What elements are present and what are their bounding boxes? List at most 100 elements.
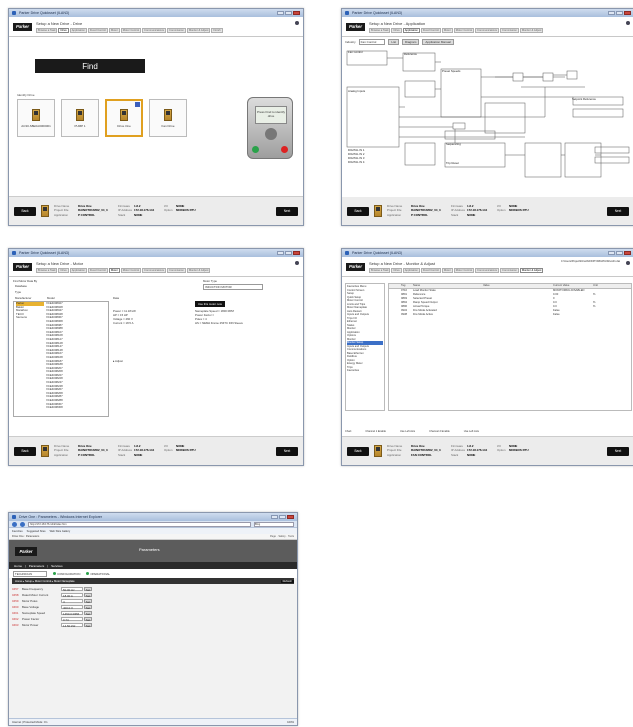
channel1-left-axis-checkbox[interactable]: Use Left Axis (400, 430, 415, 433)
drive-tile-selected[interactable]: Drive One (105, 99, 143, 137)
maximize-button[interactable] (279, 515, 286, 519)
nav-services[interactable]: Services (51, 564, 63, 568)
diagram-view-button[interactable]: Diagram (402, 39, 420, 45)
tab-commission[interactable]: Commission (500, 267, 519, 273)
set-button[interactable]: Set (84, 598, 92, 604)
parameter-value-input[interactable]: 4 (61, 598, 83, 604)
use-motor-button[interactable]: Use this motor now (195, 301, 225, 307)
tab-motor-control[interactable]: Motor Control (120, 267, 142, 273)
set-button[interactable]: Set (84, 586, 92, 592)
minimize-button[interactable] (277, 11, 284, 15)
refresh-button[interactable]: Refresh (280, 579, 294, 583)
maximize-button[interactable] (616, 11, 623, 15)
tab-commission[interactable]: Commission (167, 267, 186, 273)
set-button[interactable]: Set (84, 616, 92, 622)
favorites-button[interactable]: Favorites (12, 530, 23, 533)
search-input[interactable]: Bing (254, 521, 294, 527)
url-input[interactable]: http://172.18.176.144/index.htm (28, 521, 251, 527)
search-option-type[interactable]: Type (15, 290, 21, 294)
set-button[interactable]: Set (84, 592, 92, 598)
next-button[interactable]: Next (276, 206, 298, 216)
tab-application[interactable]: Application (402, 27, 420, 33)
grid-cell[interactable] (483, 313, 553, 317)
tools-menu[interactable]: Tools (288, 535, 294, 538)
tab-application[interactable]: Application (402, 267, 420, 273)
zoom-level[interactable]: 100% (287, 721, 294, 724)
model-item[interactable]: XCE4008308 (46, 406, 108, 410)
suggested-sites-link[interactable]: Suggested Sites (27, 530, 46, 533)
forward-arrow-icon[interactable] (20, 521, 25, 527)
tab-fixed-control[interactable]: Fixed Control (87, 267, 108, 273)
tab-monitor[interactable]: Monitor & Adjust (186, 267, 211, 273)
tab-browse[interactable]: Browse a Task (36, 27, 58, 33)
parameter-value-input[interactable]: 50.00 Hz (61, 586, 83, 592)
tab-fixed-control[interactable]: Fixed Control (420, 267, 441, 273)
parameter-value-input[interactable]: 400.0 V (61, 604, 83, 610)
tab-drive[interactable]: Drive (391, 267, 402, 273)
search-option-database[interactable]: Database (15, 284, 27, 288)
help-icon[interactable] (295, 21, 299, 25)
tab-motor[interactable]: Motor (108, 27, 120, 33)
page-menu[interactable]: Page (270, 535, 276, 538)
tab-commission[interactable]: Commission (167, 27, 186, 33)
nav-parameters[interactable]: Parameters (29, 564, 45, 568)
tab-browse[interactable]: Browse a Task (369, 267, 391, 273)
tab-motor[interactable]: Motor (441, 27, 453, 33)
parameter-value-input[interactable]: 14.50 kW (61, 622, 83, 628)
adjust-link[interactable]: ▸ Adjust (113, 359, 123, 363)
grid-row[interactable]: 0938 Fire Mode Active False (389, 313, 631, 317)
channel2-enable-checkbox[interactable]: Channel 2 Enable (429, 430, 450, 433)
channel1-enable-checkbox[interactable]: Channel 1 Enable (365, 430, 386, 433)
manufacturer-list[interactable]: Parker Baldor Marathon TECO Siemens (14, 301, 44, 410)
tab-motor-control[interactable]: Motor Control (453, 267, 475, 273)
chart-toggle[interactable]: Chart (345, 430, 351, 433)
parameter-tree[interactable]: Favourites Menu Control Screen Setup Quick … (345, 283, 385, 411)
safety-menu[interactable]: Safety (278, 535, 285, 538)
close-button[interactable] (287, 515, 294, 519)
industry-dropdown[interactable]: Fan Control (358, 39, 386, 45)
drive-tile[interactable]: Fan Drive (149, 99, 187, 137)
channel2-left-axis-checkbox[interactable]: Use Left Axis (464, 430, 479, 433)
tab-communications[interactable]: Communications (475, 27, 500, 33)
close-button[interactable] (624, 251, 631, 255)
tab-communications[interactable]: Communications (142, 267, 167, 273)
back-button[interactable]: Back (14, 206, 36, 216)
drive-tile[interactable]: AC30-S8E0A0000001 (17, 99, 55, 137)
tab-browse[interactable]: Browse a Task (36, 267, 58, 273)
tab-drive[interactable]: Drive (391, 27, 402, 33)
back-button[interactable]: Back (14, 446, 36, 456)
nav-home[interactable]: Home (14, 564, 22, 568)
tab-drive[interactable]: Drive (58, 267, 69, 273)
set-button[interactable]: Set (84, 622, 92, 628)
maximize-button[interactable] (285, 251, 292, 255)
tab-motor-control[interactable]: Motor Control (453, 27, 475, 33)
drive-tile[interactable]: PUMP 1 (61, 99, 99, 137)
tab-fixed-control[interactable]: Fixed Control (87, 27, 108, 33)
tab-motor[interactable]: Motor (441, 267, 453, 273)
breadcrumb-text[interactable]: Home ▸ Setup ▸ Motor Control ▸ Motor Nam… (15, 579, 75, 583)
help-icon[interactable] (626, 261, 630, 265)
tab-browse[interactable]: Browse a Task (369, 27, 391, 33)
set-button[interactable]: Set (84, 604, 92, 610)
tab-application[interactable]: Application (69, 267, 87, 273)
minimize-button[interactable] (271, 515, 278, 519)
motor-type-dropdown[interactable]: INDUCTION MOTOR (203, 284, 263, 290)
set-button[interactable]: Set (84, 610, 92, 616)
close-button[interactable] (624, 11, 631, 15)
user-level-dropdown[interactable]: TECHNICIAN (13, 570, 48, 577)
back-arrow-icon[interactable] (12, 521, 17, 527)
web-slice-link[interactable]: Web Slice Gallery (50, 530, 71, 533)
parameter-value-input[interactable]: 18.00 A (61, 592, 83, 598)
back-button[interactable]: Back (347, 206, 369, 216)
minimize-button[interactable] (608, 11, 615, 15)
tree-item[interactable]: Favourites (347, 369, 383, 373)
help-icon[interactable] (295, 261, 299, 265)
tab-application[interactable]: Application (69, 27, 87, 33)
browser-tab[interactable]: Drive One : Parameters (12, 535, 39, 538)
back-button[interactable]: Back (347, 446, 369, 456)
parameter-value-input[interactable]: 1450.0 RPM (61, 610, 83, 616)
tab-fixed-control[interactable]: Fixed Control (420, 27, 441, 33)
tab-finish[interactable]: Finish (211, 27, 223, 33)
minimize-button[interactable] (608, 251, 615, 255)
close-button[interactable] (293, 11, 300, 15)
